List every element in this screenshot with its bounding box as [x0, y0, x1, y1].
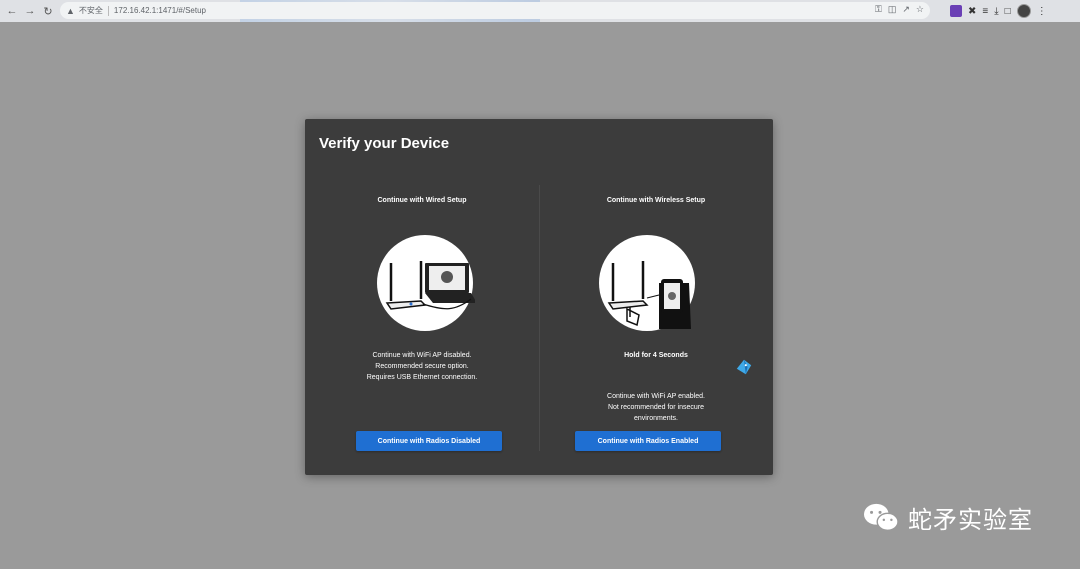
watermark: 蛇矛实验室	[862, 500, 1033, 535]
address-separator	[107, 5, 109, 16]
wireless-setup-column: Continue with Wireless Setup Hold for 4 …	[539, 119, 773, 475]
omnibox-actions: ⚿ ◫ ↗ ☆	[875, 4, 924, 15]
wired-desc-line: Recommended secure option.	[375, 363, 469, 370]
back-icon[interactable]: ←	[3, 2, 21, 20]
key-icon[interactable]: ⚿	[875, 4, 882, 15]
router-phone-illustration	[599, 235, 695, 331]
warning-icon: ▲	[66, 5, 75, 16]
verify-device-dialog: Verify your Device Continue with Wired S…	[305, 119, 773, 475]
extensions-area: ✖ ≡ ⤓ □ ⋮	[938, 2, 1080, 20]
wireless-desc-line: environments.	[634, 415, 678, 422]
wired-setup-column: Continue with Wired Setup Continue with …	[305, 119, 539, 475]
wireless-desc-line: Continue with WiFi AP enabled.	[607, 393, 705, 400]
profile-avatar[interactable]	[1016, 4, 1031, 18]
wireless-desc-line: Not recommended for insecure	[607, 404, 705, 411]
watermark-text: 蛇矛实验室	[908, 506, 1033, 534]
wired-setup-description: Continue with WiFi AP disabled. Recommen…	[335, 350, 509, 383]
star-icon[interactable]: ☆	[916, 4, 924, 15]
forward-icon[interactable]: →	[21, 2, 39, 20]
wired-desc-line: Requires USB Ethernet connection.	[366, 374, 478, 381]
extension-icon[interactable]	[950, 5, 962, 17]
download-icon[interactable]: ⤓	[994, 6, 998, 17]
wireless-setup-description: Continue with WiFi AP enabled. Not recom…	[569, 391, 743, 424]
wechat-logo-icon	[864, 503, 899, 531]
address-bar[interactable]: ▲ 不安全 172.16.42.1:1471/#/Setup ⚿ ◫ ↗ ☆	[60, 2, 930, 19]
router-laptop-illustration	[377, 235, 475, 331]
puzzle-icon[interactable]: ✖	[968, 6, 976, 17]
floating-bird-icon[interactable]	[735, 358, 753, 376]
wired-desc-line: Continue with WiFi AP disabled.	[372, 352, 472, 359]
wireless-setup-heading: Continue with Wireless Setup	[606, 197, 706, 204]
continue-radios-enabled-button[interactable]: Continue with Radios Enabled	[575, 431, 721, 451]
reload-icon[interactable]: ↻	[39, 2, 57, 20]
reading-list-icon[interactable]: ≡	[982, 6, 988, 17]
menu-icon[interactable]: ⋮	[1037, 6, 1047, 17]
share-icon[interactable]: ↗	[902, 4, 910, 15]
browser-toolbar: ← → ↻ ▲ 不安全 172.16.42.1:1471/#/Setup ⚿ ◫…	[0, 0, 1080, 22]
sidepanel-icon[interactable]: □	[1005, 6, 1011, 17]
continue-radios-disabled-button[interactable]: Continue with Radios Disabled	[356, 431, 502, 451]
url-text[interactable]: 172.16.42.1:1471/#/Setup	[114, 6, 206, 15]
security-label: 不安全	[78, 6, 103, 15]
wired-setup-heading: Continue with Wired Setup	[377, 197, 467, 204]
translate-icon[interactable]: ◫	[888, 4, 897, 15]
